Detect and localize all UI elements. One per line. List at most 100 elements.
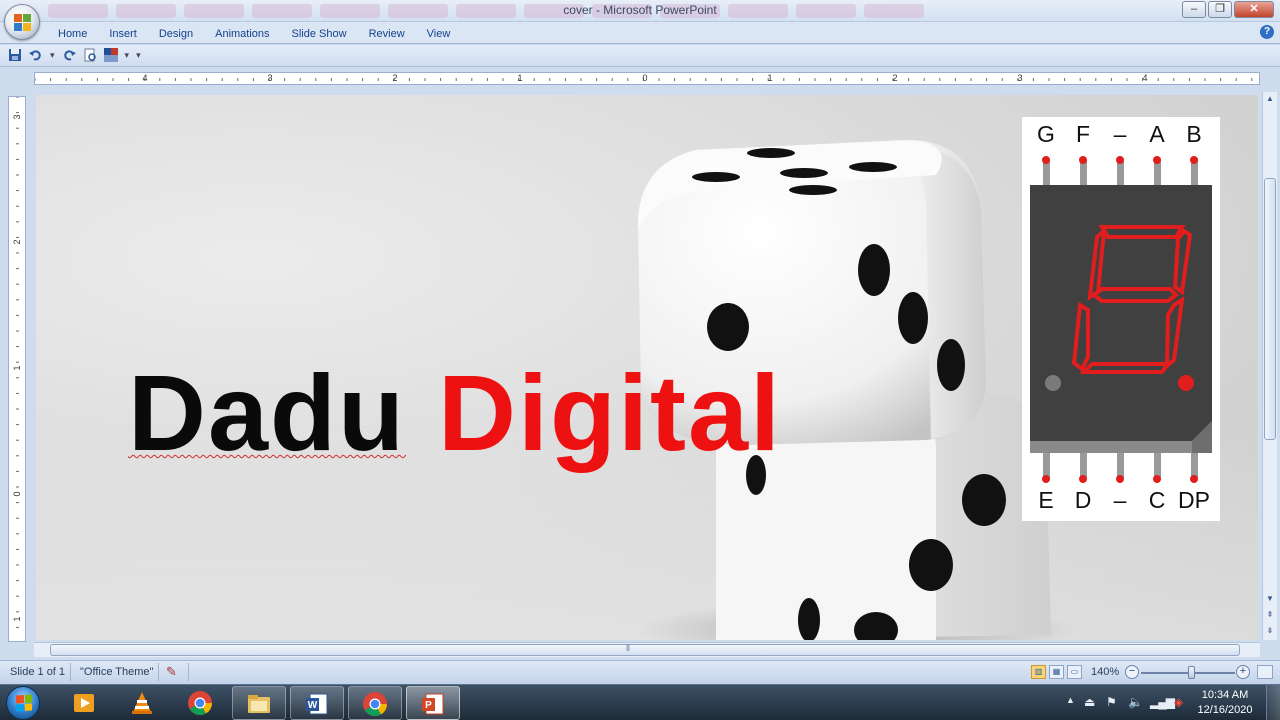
ribbon-tab-home[interactable]: Home (48, 26, 99, 40)
ribbon-tab-design[interactable]: Design (149, 26, 205, 40)
slide-workspace: Dadu Digital G F – A B E D – C DP (0, 90, 1280, 642)
theme-name[interactable]: "Office Theme" (80, 666, 153, 678)
theme-colors-icon[interactable] (103, 48, 118, 62)
word-icon: W (306, 693, 328, 715)
clock-time: 10:34 AM (1201, 689, 1249, 701)
title-word-digital[interactable]: Digital (438, 352, 782, 473)
slide-count: Slide 1 of 1 (10, 666, 66, 678)
bottom-pin-label: C (1148, 487, 1166, 513)
scroll-up-icon[interactable]: ▲ (1263, 92, 1277, 106)
chrome-icon (188, 691, 212, 716)
minimize-button[interactable]: – (1182, 1, 1206, 18)
horizontal-scrollbar[interactable]: ⦀ (34, 642, 1260, 657)
redo-icon[interactable] (62, 48, 76, 62)
zoom-in-button[interactable]: + (1236, 665, 1250, 679)
next-slide-icon[interactable]: ⇟ (1263, 624, 1277, 638)
taskbar-chrome-window[interactable] (348, 686, 402, 720)
taskbar-word[interactable]: W (290, 686, 344, 720)
ribbon-tab-review[interactable]: Review (359, 26, 417, 40)
window-controls: – ❐ ✕ (1182, 1, 1274, 18)
ruler-label: 0 (642, 73, 648, 83)
slide-show-view-icon[interactable]: ▭ (1067, 665, 1082, 679)
help-icon[interactable]: ? (1260, 25, 1274, 39)
seven-segment-image[interactable]: G F – A B E D – C DP (1022, 117, 1220, 521)
action-center-flag-icon[interactable]: ⚑ (1106, 695, 1117, 709)
ribbon-tab-list: Home Insert Design Animations Slide Show Revi… (48, 26, 462, 40)
scroll-down-icon[interactable]: ▼ (1263, 592, 1277, 606)
quick-access-toolbar: ▾ ▾ ▾ (0, 45, 1280, 67)
antivirus-icon[interactable]: ◈ (1174, 695, 1183, 709)
scroll-grip-icon: ⦀ (626, 643, 630, 653)
taskbar-chrome[interactable] (174, 686, 228, 720)
bottom-pin-dot (1042, 475, 1050, 483)
bottom-pin-dot (1190, 475, 1198, 483)
slide-canvas[interactable]: Dadu Digital G F – A B E D – C DP (36, 95, 1258, 640)
svg-text:P: P (425, 700, 432, 711)
title-word-dadu[interactable]: Dadu (128, 352, 406, 473)
fit-to-window-icon[interactable] (1257, 665, 1273, 679)
safely-remove-icon[interactable]: ⏏ (1084, 695, 1095, 709)
normal-view-icon[interactable]: ▥ (1031, 665, 1046, 679)
ruler-label: 4 (142, 73, 148, 83)
top-pin-dot (1153, 156, 1161, 164)
slide-title[interactable]: Dadu Digital (128, 353, 782, 473)
windows-logo-icon (16, 694, 32, 712)
show-hidden-icons[interactable]: ▲ (1066, 695, 1075, 705)
close-button[interactable]: ✕ (1234, 1, 1274, 18)
horizontal-scroll-thumb[interactable] (50, 644, 1240, 656)
vlc-icon (132, 692, 152, 714)
ruler-label: 1 (517, 73, 523, 83)
taskbar-powerpoint[interactable]: P (406, 686, 460, 720)
ribbon-tab-insert[interactable]: Insert (99, 26, 149, 40)
bottom-pin-label: D (1074, 487, 1092, 513)
previous-slide-icon[interactable]: ⇞ (1263, 608, 1277, 622)
save-icon[interactable] (8, 48, 22, 62)
vertical-ruler-label: 1 (12, 365, 22, 371)
office-button[interactable] (4, 4, 40, 40)
ribbon-tab-animations[interactable]: Animations (205, 26, 281, 40)
bottom-pin-dot (1153, 475, 1161, 483)
window-title: cover - Microsoft PowerPoint (563, 3, 717, 17)
ruler-label: 2 (392, 73, 398, 83)
taskbar-vlc[interactable] (116, 686, 170, 720)
ruler-label: 4 (1142, 73, 1148, 83)
zoom-out-button[interactable]: − (1125, 665, 1139, 679)
start-button[interactable] (6, 686, 40, 720)
ribbon-tab-view[interactable]: View (417, 26, 463, 40)
volume-icon[interactable]: 🔈 (1128, 695, 1143, 709)
undo-icon[interactable] (29, 48, 43, 62)
system-clock[interactable]: 10:34 AM 12/16/2020 (1196, 688, 1254, 718)
taskbar-file-explorer[interactable] (232, 686, 286, 720)
customize-qat-icon[interactable]: ▾ (136, 50, 141, 61)
taskbar-media-player[interactable] (58, 686, 112, 720)
vertical-scrollbar[interactable]: ▲ ▼ ⇞ ⇟ (1262, 92, 1277, 640)
media-player-icon (74, 694, 94, 712)
zoom-level[interactable]: 140% (1091, 666, 1119, 678)
print-preview-icon[interactable] (83, 48, 97, 62)
slide-sorter-view-icon[interactable]: ▦ (1049, 665, 1064, 679)
zoom-slider-knob[interactable] (1188, 666, 1195, 679)
bottom-pin-label: DP (1178, 487, 1210, 513)
ribbon-tab-bar: Home Insert Design Animations Slide Show Revi… (0, 22, 1280, 44)
status-bar: Slide 1 of 1 "Office Theme" ✎ ▥ ▦ ▭ 140%… (0, 660, 1280, 684)
ribbon-tab-slide-show[interactable]: Slide Show (282, 26, 359, 40)
vertical-ruler: 3 2 1 0 1 (8, 96, 26, 642)
ruler-label: 1 (767, 73, 773, 83)
ruler-label: 3 (267, 73, 273, 83)
decimal-point-on (1178, 375, 1194, 391)
windows-taskbar: W P ▲ ⏏ ⚑ 🔈 ▂▄▆ ◈ 10:34 AM 12/16/2020 (0, 684, 1280, 720)
bottom-pin-label: – (1113, 487, 1127, 513)
display-body (1030, 185, 1212, 441)
show-desktop-button[interactable] (1266, 685, 1280, 720)
title-bar: cover - Microsoft PowerPoint – ❐ ✕ (0, 0, 1280, 22)
spelling-check-icon[interactable]: ✎ (166, 664, 177, 680)
vertical-scroll-thumb[interactable] (1264, 178, 1276, 440)
undo-dropdown-icon[interactable]: ▾ (50, 50, 55, 61)
restore-button[interactable]: ❐ (1208, 1, 1232, 18)
powerpoint-icon: P (422, 693, 444, 715)
bottom-pin-dot (1116, 475, 1124, 483)
network-signal-icon[interactable]: ▂▄▆ (1150, 695, 1175, 709)
decimal-point-off (1045, 375, 1061, 391)
theme-dropdown-icon[interactable]: ▾ (125, 50, 130, 61)
svg-text:W: W (308, 700, 318, 711)
